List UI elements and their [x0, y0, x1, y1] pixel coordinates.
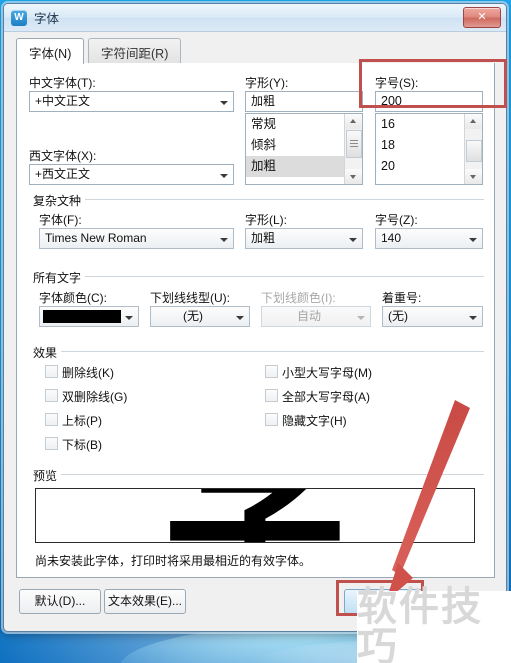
- chevron-down-icon: [121, 307, 138, 326]
- chinese-font-label: 中文字体(T):: [29, 76, 96, 90]
- chevron-down-icon: [345, 229, 362, 248]
- complex-style-combo[interactable]: 加粗: [245, 228, 363, 249]
- color-swatch: [43, 310, 121, 323]
- scrollbar[interactable]: [464, 114, 482, 184]
- scrollbar[interactable]: [344, 114, 362, 184]
- checkbox-all-caps[interactable]: 全部大写字母(A): [265, 388, 370, 405]
- chevron-down-icon: [465, 229, 482, 248]
- chevron-down-icon: [216, 165, 233, 184]
- font-color-label: 字体颜色(C):: [39, 291, 107, 305]
- list-item[interactable]: 倾斜: [246, 135, 345, 156]
- font-style-list[interactable]: 常规 倾斜 加粗: [245, 113, 363, 185]
- scroll-down-icon[interactable]: [345, 169, 362, 184]
- emphasis-mark-combo[interactable]: (无): [382, 306, 483, 327]
- complex-size-value: 140: [381, 231, 402, 245]
- chevron-down-icon: [353, 307, 370, 326]
- western-font-label: 西文字体(X):: [29, 149, 97, 163]
- scroll-up-icon[interactable]: [345, 114, 362, 129]
- complex-font-value: Times New Roman: [45, 231, 147, 245]
- font-dialog: W 字体 ✕ 字体(N) 字符间距(R) 中文字体(T): +中文正文 西文字体…: [3, 3, 507, 632]
- western-font-combo[interactable]: +西文正文: [29, 164, 234, 185]
- tab-strip: 字体(N) 字符间距(R): [16, 38, 506, 64]
- group-divider: [29, 474, 484, 475]
- title-bar: W 字体 ✕: [4, 4, 506, 32]
- chevron-down-icon: [465, 307, 482, 326]
- list-item[interactable]: 20: [376, 156, 465, 177]
- tab-font[interactable]: 字体(N): [16, 38, 85, 64]
- complex-style-value: 加粗: [251, 231, 276, 245]
- preview-note: 尚未安装此字体，打印时将采用最相近的有效字体。: [35, 554, 312, 568]
- group-divider: [29, 351, 484, 352]
- scroll-down-icon[interactable]: [465, 169, 482, 184]
- list-item[interactable]: 常规: [246, 114, 345, 135]
- default-button[interactable]: 默认(D)...: [19, 589, 101, 614]
- chevron-down-icon: [216, 229, 233, 248]
- font-tab-panel: 中文字体(T): +中文正文 西文字体(X): +西文正文 字形(Y): 加粗: [16, 63, 495, 578]
- complex-font-label: 字体(F):: [39, 213, 82, 227]
- effects-title: 效果: [29, 344, 62, 361]
- emphasis-mark-label: 着重号:: [382, 291, 422, 305]
- font-color-combo[interactable]: [39, 306, 139, 327]
- emphasis-mark-value: (无): [388, 309, 408, 323]
- checkbox-hidden-text[interactable]: 隐藏文字(H): [265, 412, 347, 429]
- preview-box: 字: [35, 488, 475, 543]
- group-divider: [29, 199, 484, 200]
- checkbox-strikethrough[interactable]: 删除线(K): [45, 364, 114, 381]
- complex-script-title: 复杂文种: [29, 192, 86, 209]
- checkbox-small-caps[interactable]: 小型大写字母(M): [265, 364, 372, 381]
- screen: W 字体 ✕ 字体(N) 字符间距(R) 中文字体(T): +中文正文 西文字体…: [0, 0, 511, 663]
- font-style-label: 字形(Y):: [245, 76, 289, 90]
- underline-style-label: 下划线线型(U):: [150, 291, 230, 305]
- scroll-up-icon[interactable]: [465, 114, 482, 129]
- complex-font-combo[interactable]: Times New Roman: [39, 228, 234, 249]
- complex-size-combo[interactable]: 140: [375, 228, 483, 249]
- checkbox-double-strikethrough[interactable]: 双删除线(G): [45, 388, 127, 405]
- underline-color-value: 自动: [296, 309, 321, 323]
- watermark: 软件技巧: [357, 587, 511, 663]
- font-size-input[interactable]: 200: [375, 91, 483, 112]
- underline-style-value: (无): [183, 309, 203, 323]
- all-text-title: 所有文字: [29, 269, 86, 286]
- complex-style-label: 字形(L):: [245, 213, 288, 227]
- font-size-label: 字号(S):: [375, 76, 419, 90]
- checkbox-subscript[interactable]: 下标(B): [45, 436, 102, 453]
- underline-color-label: 下划线颜色(I):: [261, 291, 336, 305]
- complex-size-label: 字号(Z):: [375, 213, 418, 227]
- font-style-input[interactable]: 加粗: [245, 91, 363, 112]
- window-title: 字体: [34, 12, 60, 26]
- preview-title: 预览: [29, 467, 62, 484]
- tab-character-spacing[interactable]: 字符间距(R): [88, 38, 182, 63]
- checkbox-superscript[interactable]: 上标(P): [45, 412, 102, 429]
- chevron-down-icon: [216, 92, 233, 111]
- font-size-list[interactable]: 16 18 20: [375, 113, 483, 185]
- scrollbar-thumb[interactable]: [466, 140, 482, 162]
- close-icon[interactable]: ✕: [463, 7, 501, 28]
- text-effects-button[interactable]: 文本效果(E)...: [104, 589, 186, 614]
- chevron-down-icon: [232, 307, 249, 326]
- list-item[interactable]: 18: [376, 135, 465, 156]
- wps-logo-icon: W: [11, 9, 27, 26]
- chinese-font-combo[interactable]: +中文正文: [29, 91, 234, 112]
- scrollbar-thumb[interactable]: [346, 130, 362, 158]
- list-item[interactable]: 16: [376, 114, 465, 135]
- preview-sample-text: 字: [160, 489, 350, 542]
- group-divider: [29, 276, 484, 277]
- chinese-font-value: +中文正文: [35, 94, 91, 108]
- western-font-value: +西文正文: [35, 167, 91, 181]
- font-style-value: 加粗: [251, 94, 276, 108]
- underline-color-combo: 自动: [261, 306, 371, 327]
- underline-style-combo[interactable]: (无): [150, 306, 250, 327]
- list-item[interactable]: 加粗: [246, 156, 345, 177]
